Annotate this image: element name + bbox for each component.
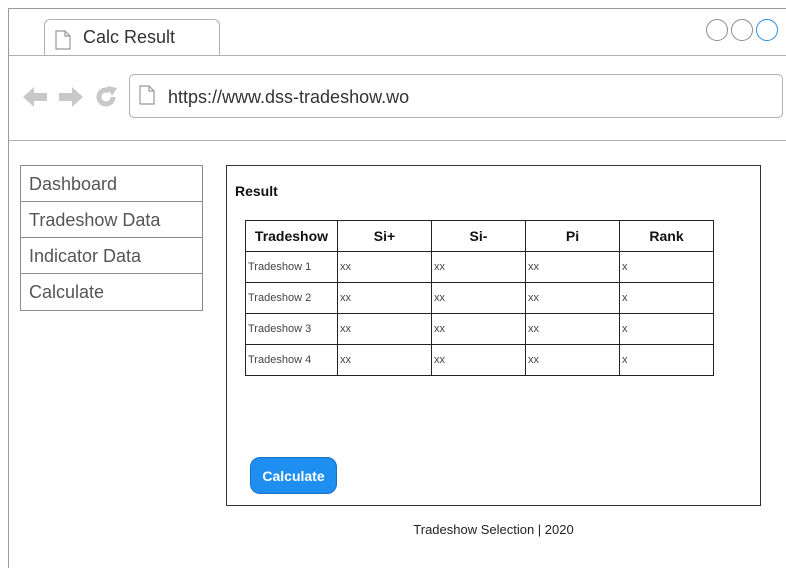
cell-si-minus: xx [431,313,526,345]
sidebar-item-tradeshow-data[interactable]: Tradeshow Data [21,202,202,238]
tab-title: Calc Result [83,27,176,47]
table-header-row: Tradeshow Si+ Si- Pi Rank [245,220,714,252]
browser-tab[interactable]: Calc Result [44,19,220,56]
cell-pi: xx [525,251,620,283]
sidebar-item-calculate[interactable]: Calculate [21,274,202,310]
cell-si-minus: xx [431,282,526,314]
document-icon [139,85,155,110]
document-icon [55,30,71,55]
cell-pi: xx [525,313,620,345]
cell-si-plus: xx [337,313,432,345]
cell-rank: x [619,282,714,314]
back-arrow-icon[interactable] [22,85,48,114]
address-bar[interactable]: https://www.dss-tradeshow.wo [129,74,783,118]
table-row: Tradeshow 4 xx xx xx x [245,344,714,376]
cell-si-plus: xx [337,251,432,283]
column-header-si-minus: Si- [431,220,526,252]
browser-chrome-divider [9,140,786,141]
column-header-pi: Pi [525,220,620,252]
tab-strip-divider [9,55,786,56]
forward-arrow-icon[interactable] [58,85,84,114]
cell-pi: xx [525,282,620,314]
result-title: Result [235,183,278,199]
cell-pi: xx [525,344,620,376]
table-row: Tradeshow 1 xx xx xx x [245,251,714,283]
reload-icon[interactable] [94,85,118,114]
cell-si-plus: xx [337,344,432,376]
column-header-si-plus: Si+ [337,220,432,252]
window-control-button[interactable] [706,19,728,41]
calculate-button[interactable]: Calculate [250,457,337,494]
table-row: Tradeshow 3 xx xx xx x [245,313,714,345]
cell-si-minus: xx [431,344,526,376]
window-control-button[interactable] [731,19,753,41]
cell-rank: x [619,251,714,283]
result-panel: Result Tradeshow Si+ Si- Pi Rank Tradesh… [226,165,761,506]
column-header-tradeshow: Tradeshow [245,220,338,252]
cell-si-plus: xx [337,282,432,314]
cell-tradeshow: Tradeshow 4 [245,344,338,376]
sidebar-item-indicator-data[interactable]: Indicator Data [21,238,202,274]
table-row: Tradeshow 2 xx xx xx x [245,282,714,314]
cell-tradeshow: Tradeshow 2 [245,282,338,314]
cell-rank: x [619,344,714,376]
cell-tradeshow: Tradeshow 1 [245,251,338,283]
column-header-rank: Rank [619,220,714,252]
cell-tradeshow: Tradeshow 3 [245,313,338,345]
sidebar-item-dashboard[interactable]: Dashboard [21,166,202,202]
url-text: https://www.dss-tradeshow.wo [168,87,410,107]
page-footer: Tradeshow Selection | 2020 [413,522,574,537]
cell-rank: x [619,313,714,345]
cell-si-minus: xx [431,251,526,283]
result-table: Tradeshow Si+ Si- Pi Rank Tradeshow 1 xx… [245,220,714,376]
window-control-button[interactable] [756,19,778,41]
sidebar-nav: Dashboard Tradeshow Data Indicator Data … [20,165,203,311]
